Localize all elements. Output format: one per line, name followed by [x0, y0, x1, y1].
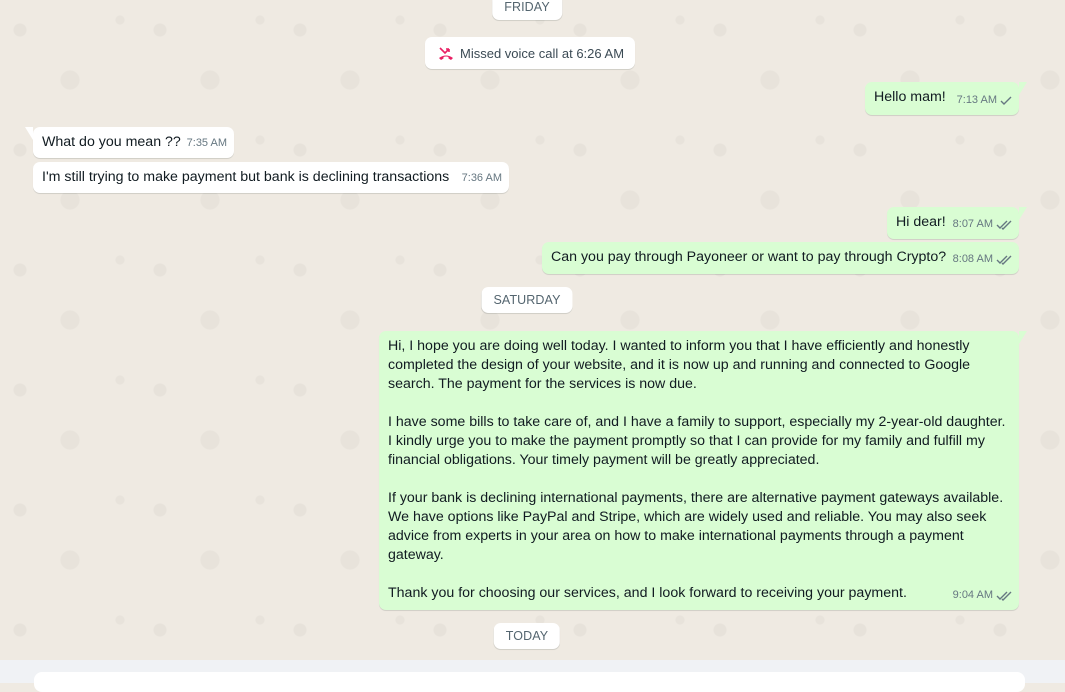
missed-call-notice: Missed voice call at 6:26 AM	[425, 37, 636, 69]
message-text: Hello mam!	[874, 89, 946, 105]
message-meta: 7:13 AM	[957, 91, 1012, 110]
message-meta: 8:08 AM	[953, 250, 1012, 269]
date-divider-saturday: SATURDAY	[481, 287, 573, 313]
message-time: 9:04 AM	[952, 589, 993, 601]
message-time: 8:07 AM	[952, 218, 993, 230]
chat-area[interactable]: FRIDAY Missed voice call at 6:26 AM Hell…	[0, 0, 1065, 660]
message-outgoing[interactable]: Can you pay through Payoneer or want to …	[542, 242, 1019, 274]
message-input[interactable]	[34, 672, 1025, 692]
message-time: 7:35 AM	[186, 137, 227, 149]
missed-call-text: Missed voice call at 6:26 AM	[460, 45, 625, 61]
message-outgoing[interactable]: Hello mam! 7:13 AM	[865, 82, 1027, 115]
message-outgoing[interactable]: Hi dear! 8:07 AM	[887, 207, 1027, 239]
message-text: I'm still trying to make payment but ban…	[42, 169, 450, 185]
message-text: Can you pay through Payoneer or want to …	[551, 249, 947, 265]
missed-call-icon	[439, 47, 453, 60]
message-meta: 7:36 AM	[462, 169, 502, 188]
message-incoming[interactable]: I'm still trying to make payment but ban…	[33, 162, 509, 193]
double-check-icon	[996, 591, 1012, 601]
date-divider-friday: FRIDAY	[492, 0, 562, 20]
message-paragraph: I have some bills to take care of, and I…	[388, 414, 1006, 468]
message-meta: 8:07 AM	[953, 215, 1012, 234]
message-paragraph: Hi, I hope you are doing well today. I w…	[388, 338, 971, 392]
message-time: 8:08 AM	[952, 253, 993, 265]
message-outgoing[interactable]: Hi, I hope you are doing well today. I w…	[379, 331, 1027, 610]
message-text: What do you mean ??	[42, 134, 181, 150]
message-paragraph: If your bank is declining international …	[388, 490, 1004, 563]
message-meta: 7:35 AM	[187, 134, 227, 153]
message-time: 7:13 AM	[956, 94, 997, 106]
message-meta: 9:04 AM	[953, 586, 1012, 605]
message-text: Hi dear!	[896, 214, 946, 230]
message-paragraph: Thank you for choosing our services, and…	[388, 585, 907, 601]
message-time: 7:36 AM	[461, 172, 502, 184]
double-check-icon	[996, 220, 1012, 230]
double-check-icon	[996, 255, 1012, 265]
composer-bar	[0, 660, 1065, 692]
date-divider-today: TODAY	[493, 623, 561, 649]
message-incoming[interactable]: What do you mean ?? 7:35 AM	[25, 127, 234, 158]
single-check-icon	[1000, 96, 1012, 105]
